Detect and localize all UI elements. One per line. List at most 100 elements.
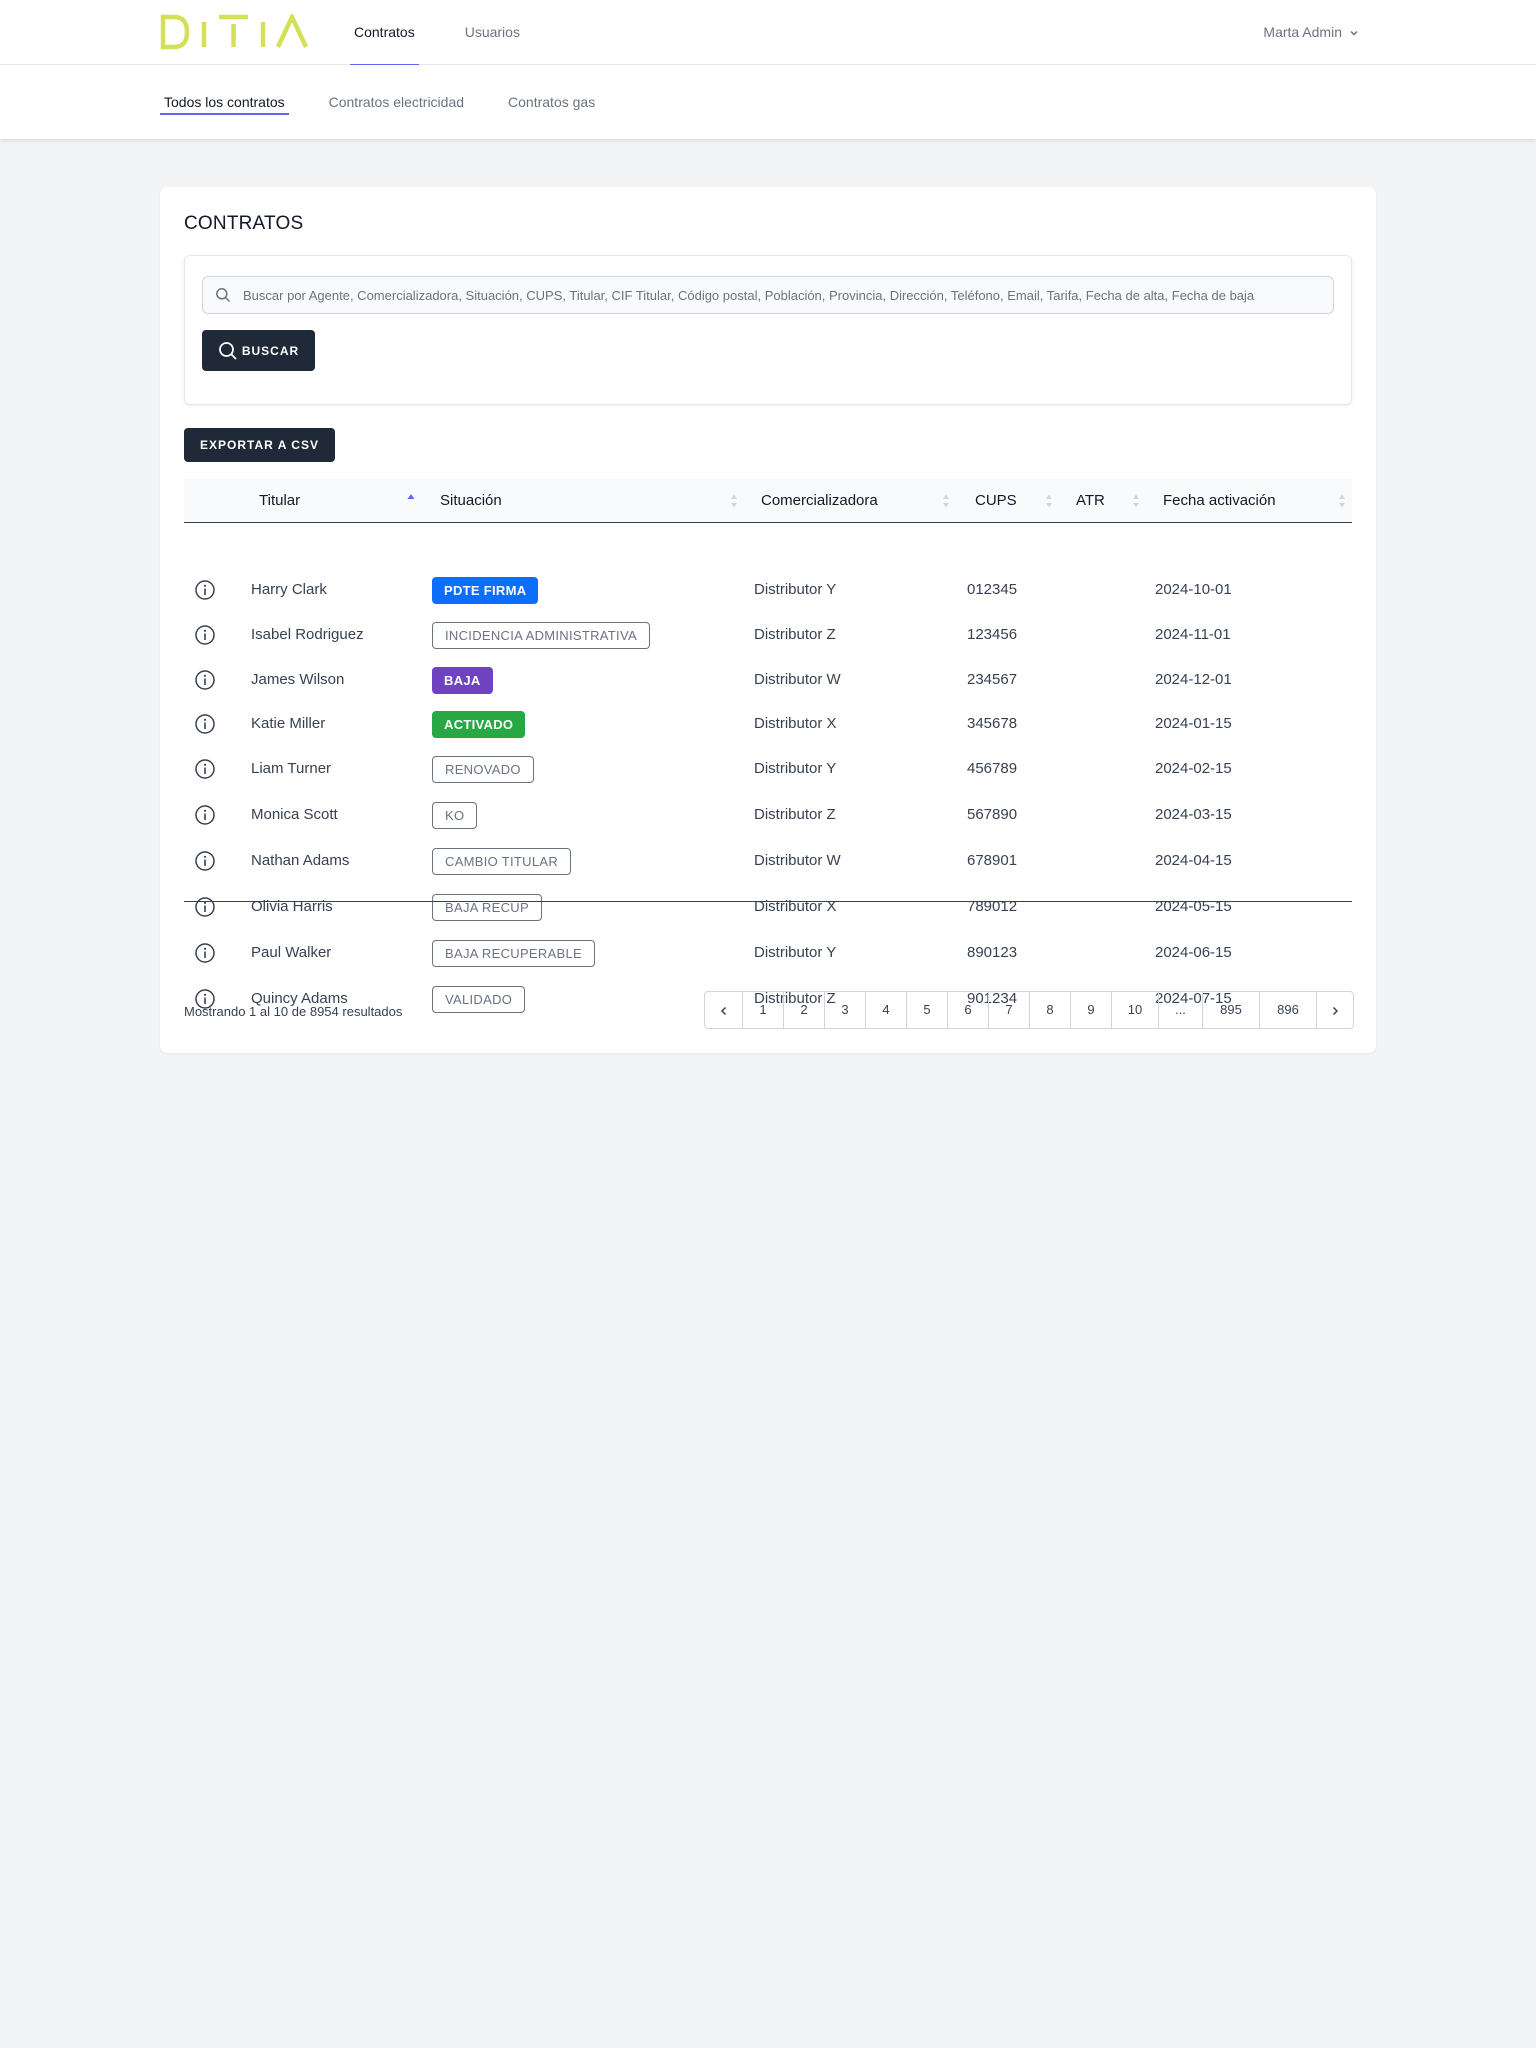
cell-titular: Monica Scott (251, 806, 338, 823)
pagination-page[interactable]: 7 (988, 992, 1029, 1028)
ditia-logo[interactable] (160, 14, 310, 50)
sort-icon[interactable] (1338, 493, 1346, 509)
chevron-down-icon (1350, 30, 1358, 36)
cell-comercializadora: Distributor X (754, 898, 837, 915)
pagination-page[interactable]: 5 (906, 992, 947, 1028)
cell-titular: Liam Turner (251, 760, 332, 777)
cell-comercializadora: Distributor X (754, 715, 837, 732)
tab-gas[interactable]: Contratos gas (504, 90, 599, 114)
page-title: CONTRATOS (184, 213, 304, 234)
status-badge: PDTE FIRMA (432, 577, 539, 604)
col-titular[interactable]: Titular (259, 479, 300, 523)
info-icon[interactable] (194, 758, 216, 780)
results-to: 10 (273, 1004, 289, 1019)
cell-titular: Harry Clark (251, 581, 327, 598)
pagination-page[interactable]: 4 (865, 992, 906, 1028)
contracts-table: Titular Situación Comercializadora CUPS … (184, 479, 1352, 1013)
info-icon[interactable] (194, 804, 216, 826)
search-icon (218, 341, 237, 360)
contract-tabs: Todos los contratos Contratos electricid… (160, 65, 635, 139)
results-from: 1 (249, 1004, 257, 1019)
status-badge: BAJA RECUP (432, 894, 542, 921)
cell-comercializadora: Distributor W (754, 671, 841, 688)
cell-titular: Nathan Adams (251, 852, 350, 869)
sort-icon[interactable] (1045, 493, 1053, 509)
pagination-next[interactable] (1316, 992, 1353, 1028)
pagination-page[interactable]: 8 (1029, 992, 1070, 1028)
cell-fecha: 2024-10-01 (1155, 581, 1232, 598)
table-row: Monica Scott KO Distributor Z 567890 2024-03… (184, 792, 1352, 838)
pagination-page[interactable]: 6 (947, 992, 988, 1028)
cell-fecha: 2024-11-01 (1155, 626, 1231, 643)
sort-icon[interactable] (942, 493, 950, 509)
col-cups[interactable]: CUPS (975, 479, 1017, 523)
chevron-left-icon (720, 1006, 726, 1015)
info-icon[interactable] (194, 942, 216, 964)
pagination-page[interactable]: 896 (1259, 992, 1316, 1028)
search-button-label: BUSCAR (241, 343, 300, 358)
table-row: Olivia Harris BAJA RECUP Distributor X 7890… (184, 884, 1352, 930)
info-icon[interactable] (194, 624, 216, 646)
cell-comercializadora: Distributor Y (754, 581, 837, 598)
user-name: Marta Admin (1263, 24, 1342, 40)
pagination-page[interactable]: 895 (1202, 992, 1259, 1028)
info-icon[interactable] (194, 713, 216, 735)
col-atr[interactable]: ATR (1076, 479, 1105, 523)
search-panel: BUSCAR (184, 255, 1352, 405)
table-header: Titular Situación Comercializadora CUPS … (184, 479, 1352, 523)
pagination-prev[interactable] (705, 992, 742, 1028)
user-menu[interactable]: Marta Admin (1263, 0, 1360, 65)
cell-titular: James Wilson (251, 671, 345, 688)
cell-comercializadora: Distributor Z (754, 806, 836, 823)
top-navbar: Contratos Usuarios Marta Admin (0, 0, 1536, 66)
table-row: Nathan Adams CAMBIO TITULAR Distributor W 6… (184, 838, 1352, 884)
col-comercializadora[interactable]: Comercializadora (761, 479, 878, 523)
tab-todos[interactable]: Todos los contratos (160, 90, 289, 115)
cell-comercializadora: Distributor Y (754, 944, 837, 961)
results-sep-de: de (291, 1004, 307, 1019)
search-input[interactable] (243, 277, 1333, 313)
nav-usuarios[interactable]: Usuarios (461, 0, 524, 65)
col-fecha-activacion[interactable]: Fecha activación (1163, 479, 1276, 523)
status-badge: CAMBIO TITULAR (432, 848, 572, 875)
pagination-page[interactable]: 10 (1111, 992, 1158, 1028)
cell-cups: 567890 (967, 806, 1018, 823)
cell-comercializadora: Distributor W (754, 852, 841, 869)
pagination-page[interactable]: ... (1158, 992, 1202, 1028)
main-nav: Contratos Usuarios (350, 0, 566, 66)
cell-fecha: 2024-04-15 (1155, 852, 1232, 869)
search-button[interactable]: BUSCAR (202, 330, 315, 371)
sort-asc-icon[interactable] (407, 493, 415, 509)
cell-fecha: 2024-05-15 (1155, 898, 1232, 915)
status-badge: RENOVADO (432, 756, 534, 783)
sort-icon[interactable] (730, 493, 738, 509)
cell-comercializadora: Distributor Y (754, 760, 837, 777)
pagination-page[interactable]: 3 (824, 992, 865, 1028)
cell-cups: 678901 (967, 852, 1018, 869)
cell-cups: 234567 (967, 671, 1018, 688)
info-icon[interactable] (194, 850, 216, 872)
contracts-card: CONTRATOS BUSCAR EXPORTAR A CSV Titular (160, 187, 1376, 1053)
tab-electricidad[interactable]: Contratos electricidad (325, 90, 468, 114)
cell-fecha: 2024-12-01 (1155, 671, 1232, 688)
sort-icon[interactable] (1132, 493, 1140, 509)
cell-fecha: 2024-02-15 (1155, 760, 1232, 777)
info-icon[interactable] (194, 669, 216, 691)
pagination-page[interactable]: 1 (742, 992, 783, 1028)
pagination-page[interactable]: 2 (783, 992, 824, 1028)
status-badge: BAJA RECUPERABLE (432, 940, 596, 967)
table-row: Isabel Rodriguez INCIDENCIA ADMINISTRATIV… (184, 612, 1352, 658)
pagination-page[interactable]: 9 (1070, 992, 1111, 1028)
export-csv-button[interactable]: EXPORTAR A CSV (184, 428, 335, 462)
status-badge: BAJA (432, 667, 493, 694)
info-icon[interactable] (194, 896, 216, 918)
nav-contratos[interactable]: Contratos (350, 0, 419, 66)
status-badge: VALIDADO (432, 986, 526, 1013)
cell-titular: Paul Walker (251, 944, 332, 961)
info-icon[interactable] (194, 579, 216, 601)
cell-fecha: 2024-01-15 (1155, 715, 1232, 732)
col-situacion[interactable]: Situación (440, 479, 502, 523)
cell-comercializadora: Distributor Z (754, 626, 836, 643)
pagination: 1 2 3 4 5 6 7 8 9 10... 895 896 (704, 991, 1354, 1029)
results-sep-al: al (259, 1004, 271, 1019)
